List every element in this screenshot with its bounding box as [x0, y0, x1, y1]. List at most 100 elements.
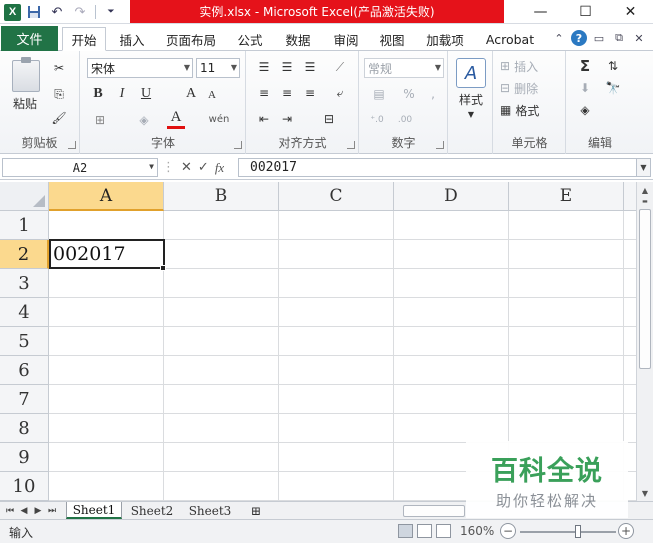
fill-color-icon[interactable]: ◈	[135, 111, 153, 129]
customize-qat-icon[interactable]: ⏷	[101, 3, 121, 21]
column-header-a[interactable]: A	[49, 182, 164, 211]
font-launcher-icon[interactable]	[234, 141, 242, 149]
row-header-7[interactable]: 7	[0, 385, 49, 414]
select-all-button[interactable]	[0, 182, 49, 211]
last-sheet-icon[interactable]: ⏭	[46, 504, 58, 518]
close-button[interactable]: ✕	[608, 0, 653, 24]
alignment-launcher-icon[interactable]	[347, 141, 355, 149]
active-cell-a2[interactable]: 002017	[49, 239, 165, 269]
tab-file[interactable]: 文件	[1, 26, 58, 51]
styles-icon[interactable]: A	[455, 57, 487, 89]
sheet-tab-sheet1[interactable]: Sheet1	[66, 502, 122, 519]
insert-function-icon[interactable]: fx	[215, 160, 224, 176]
tab-data[interactable]: 数据	[278, 27, 318, 51]
restore-workbook-icon[interactable]: ⧉	[611, 30, 627, 46]
phonetic-guide-button[interactable]: wén	[205, 109, 233, 129]
next-sheet-icon[interactable]: ▶	[32, 504, 44, 518]
row-header-9[interactable]: 9	[0, 443, 49, 472]
orientation-icon[interactable]: ⟋	[331, 59, 349, 75]
align-bottom-icon[interactable]: ☰	[301, 59, 319, 75]
number-launcher-icon[interactable]	[436, 141, 444, 149]
copy-icon[interactable]: ⎘	[50, 85, 68, 103]
row-header-1[interactable]: 1	[0, 211, 49, 240]
zoom-out-button[interactable]: −	[500, 523, 516, 539]
column-header-b[interactable]: B	[164, 182, 279, 211]
cut-icon[interactable]: ✂	[50, 59, 68, 77]
font-color-button[interactable]: A	[167, 109, 185, 129]
minimize-button[interactable]: —	[518, 0, 563, 24]
normal-view-button[interactable]	[398, 524, 413, 538]
align-center-icon[interactable]: ≡	[278, 85, 296, 101]
fill-icon[interactable]: ⬇	[573, 79, 597, 97]
column-header-f[interactable]	[624, 182, 636, 211]
tab-acrobat[interactable]: Acrobat	[478, 27, 542, 51]
accounting-format-icon[interactable]: ▤	[366, 85, 392, 103]
align-middle-icon[interactable]: ☰	[278, 59, 296, 75]
border-icon[interactable]: ⊞	[91, 111, 109, 129]
cancel-entry-icon[interactable]: ✕	[181, 160, 192, 175]
undo-icon[interactable]: ↶	[47, 3, 67, 21]
prev-sheet-icon[interactable]: ◀	[18, 504, 30, 518]
format-cells-button[interactable]: ▦ 格式	[500, 101, 562, 119]
page-break-view-button[interactable]	[436, 524, 451, 538]
decrease-indent-icon[interactable]: ⇤	[255, 111, 273, 127]
column-header-e[interactable]: E	[509, 182, 624, 211]
comma-button[interactable]: ,	[424, 85, 442, 103]
number-format-select[interactable]: 常规 ▼	[364, 58, 444, 78]
merge-center-icon[interactable]: ⊟	[317, 111, 341, 127]
paste-icon[interactable]	[8, 57, 44, 95]
tab-formulas[interactable]: 公式	[230, 27, 270, 51]
font-family-select[interactable]: 宋体 ▼	[87, 58, 193, 78]
row-header-2[interactable]: 2	[0, 240, 49, 269]
increase-decimal-button[interactable]: ⁺.0	[366, 111, 388, 129]
zoom-level[interactable]: 160%	[460, 524, 494, 538]
vertical-scroll-thumb[interactable]	[639, 209, 651, 369]
name-box[interactable]: A2 ▼	[2, 158, 158, 177]
vertical-scrollbar[interactable]: ▲ ▬ ▼	[636, 182, 653, 501]
format-painter-icon[interactable]: 🖌	[50, 109, 68, 127]
sheet-tab-sheet3[interactable]: Sheet3	[182, 502, 238, 519]
scroll-down-icon[interactable]: ▼	[637, 485, 653, 501]
increase-indent-icon[interactable]: ⇥	[278, 111, 296, 127]
wrap-text-icon[interactable]: ⤶	[331, 85, 349, 101]
align-left-icon[interactable]: ≡	[255, 85, 273, 101]
sort-filter-icon[interactable]: ⇅	[601, 57, 625, 75]
zoom-slider-knob[interactable]	[575, 525, 581, 538]
clear-button[interactable]: ◈	[573, 101, 597, 119]
row-header-10[interactable]: 10	[0, 472, 49, 501]
close-workbook-icon[interactable]: ✕	[631, 30, 647, 46]
help-icon[interactable]: ?	[571, 30, 587, 46]
split-handle-icon[interactable]: ▬	[637, 193, 653, 209]
styles-button[interactable]: 样式	[451, 91, 491, 107]
decrease-decimal-button[interactable]: .00	[394, 111, 416, 129]
expand-formula-bar-icon[interactable]: ▼	[636, 158, 651, 177]
insert-sheet-icon[interactable]: ⊞	[244, 502, 268, 519]
tab-add-ins[interactable]: 加载项	[420, 27, 470, 51]
find-select-button[interactable]: 🔭	[601, 79, 625, 97]
zoom-in-button[interactable]: +	[618, 523, 634, 539]
shrink-font-button[interactable]: A	[203, 87, 221, 103]
horizontal-scroll-thumb[interactable]	[403, 505, 465, 517]
autosum-button[interactable]: Σ	[573, 57, 597, 75]
font-size-select[interactable]: 11 ▼	[196, 58, 240, 78]
row-header-4[interactable]: 4	[0, 298, 49, 327]
maximize-button[interactable]: ☐	[563, 0, 608, 24]
delete-cells-button[interactable]: ⊟ 删除	[500, 79, 562, 97]
row-header-6[interactable]: 6	[0, 356, 49, 385]
confirm-entry-icon[interactable]: ✓	[198, 160, 209, 175]
tab-home[interactable]: 开始	[62, 27, 106, 51]
row-header-8[interactable]: 8	[0, 414, 49, 443]
tab-review[interactable]: 审阅	[326, 27, 366, 51]
zoom-slider[interactable]	[520, 531, 616, 533]
collapse-ribbon-icon[interactable]: ⌃	[551, 30, 567, 46]
underline-button[interactable]: U	[137, 85, 155, 103]
first-sheet-icon[interactable]: ⏮	[4, 504, 16, 518]
paste-button[interactable]: 粘贴	[6, 95, 44, 111]
align-top-icon[interactable]: ☰	[255, 59, 273, 75]
align-right-icon[interactable]: ≡	[301, 85, 319, 101]
page-layout-view-button[interactable]	[417, 524, 432, 538]
insert-cells-button[interactable]: ⊞ 插入	[500, 57, 562, 75]
fill-handle[interactable]	[160, 265, 166, 271]
redo-icon[interactable]: ↷	[70, 3, 90, 21]
percent-button[interactable]: %	[400, 85, 418, 103]
